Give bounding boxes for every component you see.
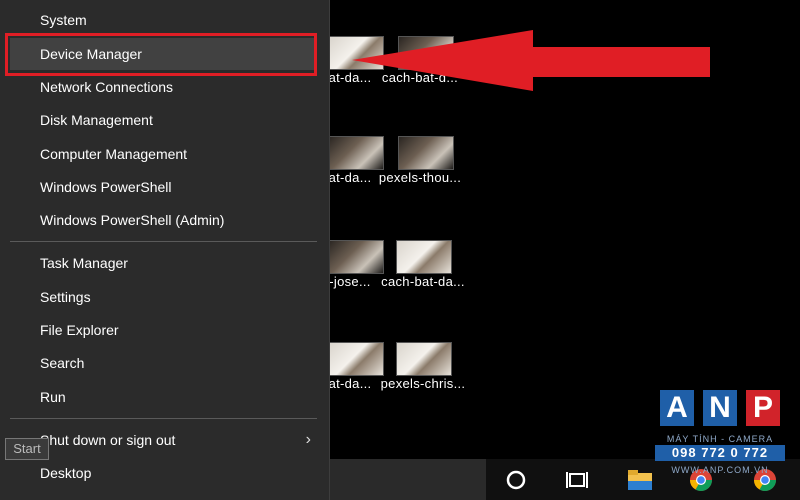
desktop-icon-label: pexels-thou... (378, 170, 462, 185)
desktop-icon[interactable]: pexels-thou... (370, 136, 470, 206)
menu-item-label: Network Connections (40, 79, 174, 95)
menu-item-label: File Explorer (40, 322, 119, 338)
start-tooltip: Start (5, 438, 49, 460)
menu-item-label: Computer Management (40, 146, 188, 162)
highlight-annotation-box (5, 33, 317, 76)
watermark-tagline: MÁY TÍNH - CAMERA (666, 434, 774, 444)
desktop-icon[interactable]: cach-bat-da... (373, 240, 473, 310)
watermark-letter: P (746, 390, 780, 426)
menu-item-label: Windows PowerShell (40, 179, 172, 195)
menu-item-run[interactable]: Run (10, 381, 315, 413)
file-explorer-icon[interactable] (625, 465, 655, 495)
menu-item-label: Windows PowerShell (Admin) (40, 212, 225, 228)
menu-item-label: Shut down or sign out (40, 432, 176, 448)
menu-item-label: Search (40, 355, 85, 371)
task-view-icon[interactable] (562, 465, 592, 495)
menu-item-file-explorer[interactable]: File Explorer (10, 314, 315, 346)
watermark-phone: 098 772 0 772 (655, 445, 785, 461)
menu-item-system[interactable]: System (10, 4, 315, 36)
menu-item-label: Disk Management (40, 112, 153, 128)
watermark-website: WWW.ANP.COM.VN (671, 465, 769, 475)
menu-item-label: Run (40, 389, 66, 405)
menu-item-shut-down-or-sign-out[interactable]: Shut down or sign out › (10, 424, 315, 456)
desktop-icon-label: cach-bat-da... (381, 274, 465, 289)
chevron-right-icon: › (305, 431, 311, 448)
taskbar-search-box[interactable] (330, 459, 486, 500)
desktop-icon-label: pexels-chris... (380, 376, 466, 391)
menu-item-disk-management[interactable]: Disk Management (10, 104, 315, 136)
menu-item-label: Settings (40, 289, 91, 305)
menu-item-desktop[interactable]: Desktop (10, 457, 315, 489)
watermark-letter: A (660, 390, 694, 426)
red-arrow-annotation (352, 30, 710, 91)
menu-item-windows-powershell[interactable]: Windows PowerShell (10, 171, 315, 203)
menu-item-label: Desktop (40, 465, 92, 481)
desktop-icon[interactable]: pexels-chris... (373, 342, 473, 412)
menu-separator (10, 418, 317, 419)
image-thumbnail (396, 240, 452, 274)
menu-item-task-manager[interactable]: Task Manager (10, 247, 315, 279)
quick-link-menu: System Device Manager Network Connection… (0, 0, 330, 500)
menu-item-settings[interactable]: Settings (10, 281, 315, 313)
menu-item-computer-management[interactable]: Computer Management (10, 138, 315, 170)
menu-separator (10, 241, 317, 242)
anp-watermark: A N P MÁY TÍNH - CAMERA 098 772 0 772 WW… (655, 385, 785, 480)
image-thumbnail (398, 136, 454, 170)
watermark-letter: N (703, 390, 737, 426)
image-thumbnail (396, 342, 452, 376)
menu-item-search[interactable]: Search (10, 347, 315, 379)
cortana-circle-icon[interactable] (501, 465, 531, 495)
menu-item-label: Task Manager (40, 255, 128, 271)
menu-item-label: System (40, 12, 87, 28)
menu-item-windows-powershell-admin[interactable]: Windows PowerShell (Admin) (10, 204, 315, 236)
